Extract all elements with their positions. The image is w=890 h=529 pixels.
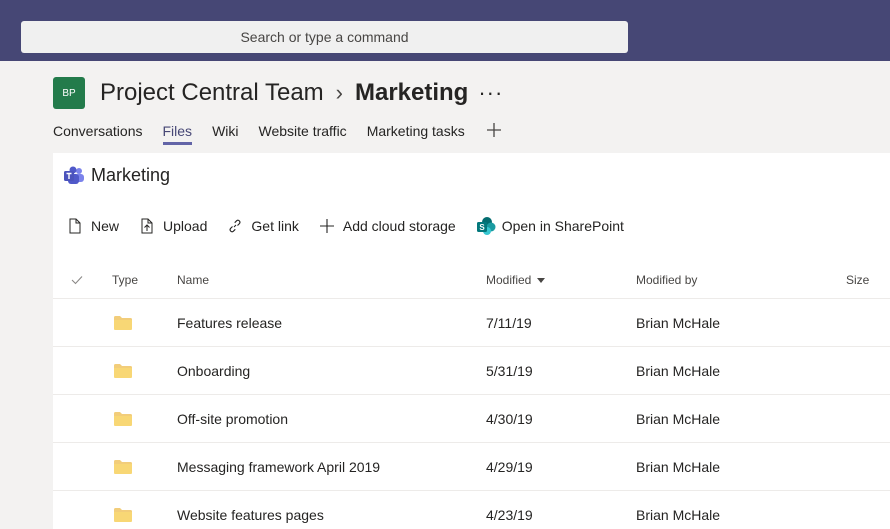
tab-conversations[interactable]: Conversations [53, 123, 143, 145]
add-tab-icon[interactable] [486, 123, 501, 139]
folder-icon [114, 299, 132, 347]
channel-name: Marketing [354, 79, 469, 106]
add-cloud-storage-label: Add cloud storage [342, 218, 456, 234]
library-title: Marketing [63, 165, 170, 186]
table-row[interactable]: Off-site promotion 4/30/19 Brian McHale [53, 395, 890, 443]
column-size[interactable]: Size [846, 261, 869, 299]
file-name[interactable]: Features release [177, 299, 282, 347]
file-modified-by: Brian McHale [636, 315, 721, 331]
file-modified-by: Brian McHale [636, 459, 721, 475]
open-in-sharepoint-button[interactable]: S Open in SharePoint [476, 217, 624, 235]
folder-icon [114, 491, 132, 529]
sharepoint-icon: S [476, 217, 496, 235]
folder-icon [114, 443, 132, 491]
file-name[interactable]: Off-site promotion [177, 395, 288, 443]
team-name[interactable]: Project Central Team [100, 79, 324, 107]
chevron-right-icon: › [335, 80, 343, 105]
table-header: Type Name Modified Modified by Size [53, 261, 890, 299]
upload-button[interactable]: Upload [139, 217, 207, 235]
column-name[interactable]: Name [177, 261, 209, 299]
more-options-icon[interactable]: ··· [478, 80, 503, 106]
files-panel: Marketing New Upload Get link Add cloud … [53, 153, 890, 529]
file-modified-by: Brian McHale [636, 363, 721, 379]
file-modified-by: Brian McHale [636, 507, 721, 523]
folder-icon [114, 395, 132, 443]
column-modified-label: Modified [486, 273, 532, 287]
library-title-text: Marketing [91, 165, 171, 185]
get-link-button-label: Get link [251, 218, 299, 234]
table-row[interactable]: Website features pages 4/23/19 Brian McH… [53, 491, 890, 529]
new-button[interactable]: New [67, 217, 119, 235]
top-bar: Search or type a command [0, 0, 890, 61]
sort-descending-icon [537, 277, 546, 283]
file-modified: 7/11/19 [486, 315, 532, 331]
upload-button-label: Upload [163, 218, 208, 234]
file-modified: 4/23/19 [486, 507, 533, 523]
file-modified: 4/29/19 [486, 459, 533, 475]
add-cloud-storage-button[interactable]: Add cloud storage [319, 217, 456, 235]
upload-icon [139, 217, 155, 235]
column-modified-by[interactable]: Modified by [636, 261, 697, 299]
svg-text:S: S [479, 223, 485, 232]
file-name[interactable]: Website features pages [177, 491, 324, 529]
column-type[interactable]: Type [112, 261, 138, 299]
column-modified[interactable]: Modified [486, 261, 546, 299]
channel-header: BP Project Central Team › Marketing ··· … [0, 61, 890, 153]
search-input[interactable]: Search or type a command [21, 21, 628, 53]
breadcrumb: Project Central Team › Marketing ··· [100, 77, 503, 109]
file-modified: 4/30/19 [486, 411, 533, 427]
command-bar: New Upload Get link Add cloud storage S … [67, 215, 644, 237]
tab-files[interactable]: Files [162, 123, 192, 145]
folder-icon [114, 347, 132, 395]
table-row[interactable]: Features release 7/11/19 Brian McHale [53, 299, 890, 347]
table-row[interactable]: Messaging framework April 2019 4/29/19 B… [53, 443, 890, 491]
open-in-sharepoint-label: Open in SharePoint [501, 218, 624, 234]
channel-tabs: Conversations Files Wiki Website traffic… [53, 123, 501, 153]
file-modified-by: Brian McHale [636, 411, 721, 427]
file-name[interactable]: Messaging framework April 2019 [177, 443, 380, 491]
tab-wiki[interactable]: Wiki [212, 123, 238, 145]
new-button-label: New [91, 218, 120, 234]
link-icon [227, 217, 243, 235]
select-all-checkmark-icon[interactable] [71, 261, 83, 299]
tab-marketing-tasks[interactable]: Marketing tasks [367, 123, 465, 145]
team-avatar[interactable]: BP [53, 77, 85, 109]
new-document-icon [67, 217, 83, 235]
plus-icon [319, 217, 335, 235]
file-modified: 5/31/19 [486, 363, 533, 379]
file-name[interactable]: Onboarding [177, 347, 250, 395]
get-link-button[interactable]: Get link [227, 217, 299, 235]
table-row[interactable]: Onboarding 5/31/19 Brian McHale [53, 347, 890, 395]
teams-logo-icon [64, 166, 84, 184]
tab-website-traffic[interactable]: Website traffic [259, 123, 347, 145]
